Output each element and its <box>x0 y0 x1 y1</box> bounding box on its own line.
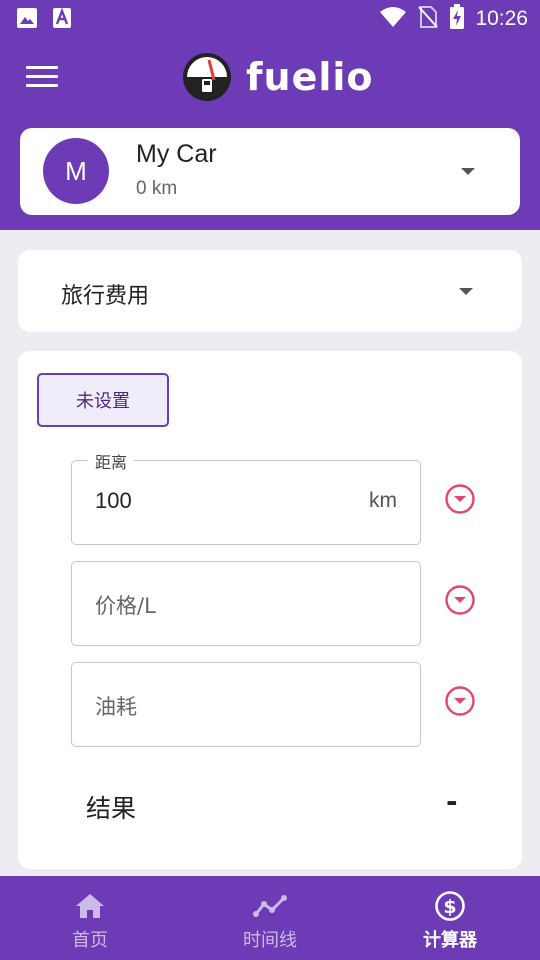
status-time: 10:26 <box>475 7 528 30</box>
consumption-dropdown-button[interactable] <box>444 685 476 717</box>
result-value: - <box>446 785 458 818</box>
chevron-down-circle-icon <box>445 484 475 514</box>
calculation-type-label: 旅行费用 <box>61 284 150 309</box>
dollar-circle-icon: $ <box>435 891 465 921</box>
wifi-icon <box>379 6 407 32</box>
app-bar: fuelio M My Car 0 km <box>0 36 540 230</box>
timeline-icon <box>253 895 287 917</box>
chevron-down-icon <box>461 168 475 175</box>
brand-name: fuelio <box>246 55 374 99</box>
calculation-type-selector[interactable]: 旅行费用 <box>18 250 522 332</box>
price-dropdown-button[interactable] <box>444 584 476 616</box>
chevron-down-circle-icon <box>445 686 475 716</box>
home-icon <box>76 894 104 918</box>
vehicle-selector[interactable]: M My Car 0 km <box>20 128 520 215</box>
font-icon <box>52 7 72 33</box>
nav-label-calculator: 计算器 <box>423 930 477 951</box>
distance-dropdown-button[interactable] <box>444 483 476 515</box>
nav-label-home: 首页 <box>72 930 108 951</box>
nav-label-timeline: 时间线 <box>243 930 297 951</box>
fuel-gauge-icon <box>183 53 231 101</box>
nav-item-calculator[interactable]: $ 计算器 <box>360 876 540 960</box>
menu-icon-line <box>26 84 58 87</box>
bottom-navigation: 首页 时间线 $ 计算器 <box>0 876 540 960</box>
distance-label: 距离 <box>88 449 135 473</box>
vehicle-avatar: M <box>43 138 109 204</box>
app-logo: fuelio <box>182 52 374 102</box>
consumption-placeholder: 油耗 <box>95 695 137 719</box>
status-bar: 10:26 <box>0 0 540 36</box>
distance-unit: km <box>369 489 397 512</box>
nav-item-home[interactable]: 首页 <box>0 876 180 960</box>
price-field[interactable]: 价格/L <box>71 561 421 646</box>
preset-button[interactable]: 未设置 <box>37 373 169 427</box>
no-sim-icon <box>417 5 439 33</box>
battery-charging-icon <box>449 4 465 34</box>
price-placeholder: 价格/L <box>95 594 156 618</box>
chevron-down-icon <box>459 288 473 295</box>
vehicle-odometer: 0 km <box>136 178 178 199</box>
menu-icon-line <box>26 75 58 78</box>
consumption-field[interactable]: 油耗 <box>71 662 421 747</box>
menu-button[interactable] <box>26 66 58 90</box>
chevron-down-circle-icon <box>445 585 475 615</box>
calculator-card: 未设置 距离 100 km 价格/L 油耗 结果 - <box>18 351 522 869</box>
vehicle-name: My Car <box>136 140 217 168</box>
result-label: 结果 <box>86 794 137 823</box>
svg-text:$: $ <box>443 896 456 918</box>
menu-icon <box>26 66 58 69</box>
distance-field[interactable]: 距离 100 km <box>71 449 421 545</box>
nav-item-timeline[interactable]: 时间线 <box>180 876 360 960</box>
image-icon <box>16 7 38 33</box>
distance-value: 100 <box>95 488 132 513</box>
